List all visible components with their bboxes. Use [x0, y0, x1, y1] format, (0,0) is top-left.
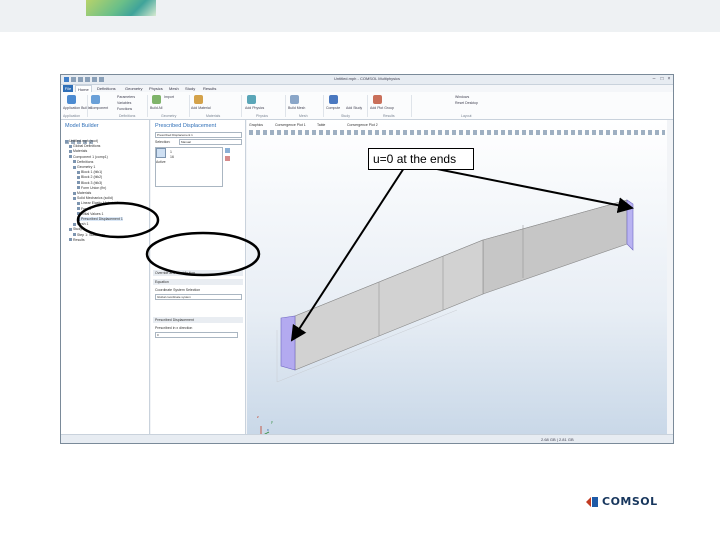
- callout-text: u=0 at the ends: [373, 152, 457, 166]
- highlight-circle-tree: [76, 201, 160, 239]
- callout-box: u=0 at the ends: [368, 148, 474, 170]
- comsol-mark-icon: [586, 497, 598, 507]
- highlight-circle-settings: [145, 231, 261, 277]
- callout-arrow-right: [431, 167, 634, 214]
- comsol-wordmark: COMSOL: [602, 495, 658, 508]
- callout-arrow-left: [290, 167, 405, 342]
- annotation-overlay: [76, 167, 634, 342]
